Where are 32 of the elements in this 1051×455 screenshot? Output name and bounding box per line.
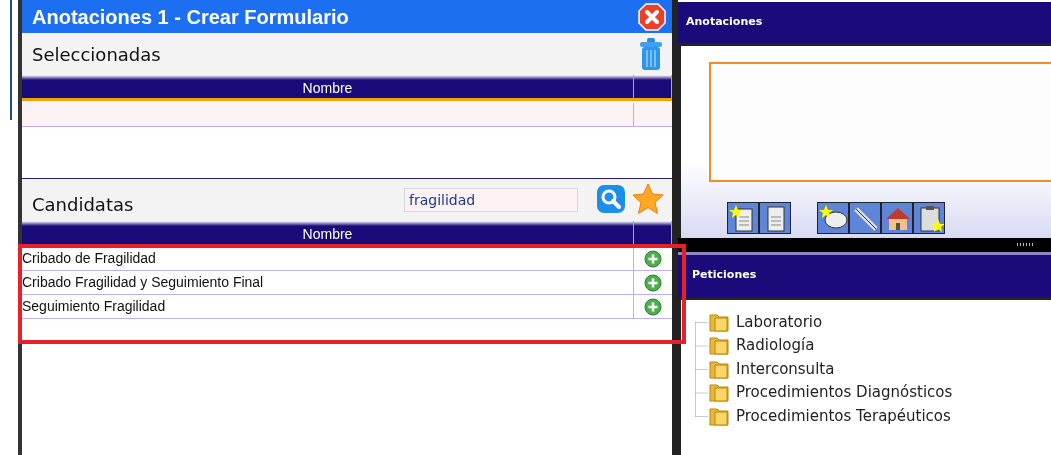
tree-item[interactable]: Radiología [736, 334, 815, 357]
table-cell: Cribado Fragilidad y Seguimiento Final [22, 271, 634, 294]
clipboard-button[interactable] [913, 201, 945, 234]
notes-field[interactable] [709, 61, 1051, 182]
panel-header: Peticiones [678, 251, 1051, 297]
table-cell: Seguimiento Fragilidad [22, 295, 634, 318]
splitter-grip[interactable] [1017, 243, 1033, 246]
section-label: Candidatas [32, 192, 135, 217]
new-document-button[interactable] [727, 201, 759, 234]
tree-item[interactable]: Laboratorio [736, 310, 823, 333]
document-button[interactable] [759, 201, 791, 234]
tree-item[interactable]: Procedimientos Terapéuticos [736, 404, 951, 427]
folder-icon[interactable] [708, 381, 730, 404]
column-header: Nombre [22, 221, 634, 244]
table-cell: Cribado de Fragilidad [22, 247, 634, 270]
folder-icon[interactable] [708, 334, 730, 357]
add-icon[interactable] [644, 297, 662, 316]
panel-header: Anotaciones [678, 0, 1051, 43]
tree-item[interactable]: Procedimientos Diagnósticos [736, 381, 953, 404]
close-icon[interactable] [638, 2, 666, 31]
section-label: Seleccionadas [32, 42, 161, 67]
column-header: Nombre [22, 75, 634, 98]
tree-item[interactable]: Interconsulta [736, 357, 835, 380]
add-icon[interactable] [644, 249, 662, 268]
speech-bubble-button[interactable] [817, 201, 849, 234]
dialog-title: Anotaciones 1 - Crear Formulario [32, 4, 349, 30]
trash-icon[interactable] [638, 37, 664, 71]
star-icon[interactable] [632, 183, 664, 215]
add-icon[interactable] [644, 273, 662, 292]
search-field[interactable]: fragilidad [404, 188, 578, 212]
house-button[interactable] [881, 201, 913, 234]
search-icon[interactable] [596, 184, 626, 214]
